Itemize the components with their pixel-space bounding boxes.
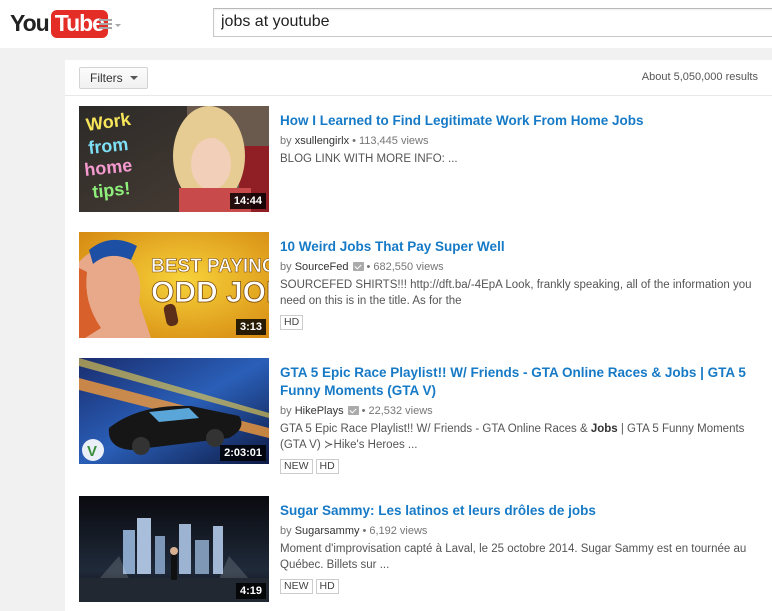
video-description: GTA 5 Epic Race Playlist!! W/ Friends - … [280, 423, 745, 451]
video-result: BEST PAYING ODD JOBS 3:13 10 Weird Jobs … [79, 232, 759, 339]
filter-bar: Filters About 5,050,000 results [65, 60, 772, 96]
video-title[interactable]: Sugar Sammy: Les latinos et leurs drôles… [280, 502, 758, 520]
by-label: by [280, 261, 292, 273]
hd-badge: HD [315, 459, 339, 474]
video-result: Work from home tips! 14:44 How I Learned… [79, 106, 759, 213]
channel-link[interactable]: SourceFed [295, 261, 349, 273]
svg-text:V: V [87, 443, 97, 460]
by-label: by [280, 135, 292, 147]
masthead: You Tube [0, 0, 772, 48]
video-duration: 14:44 [229, 193, 266, 209]
video-result: 4:19 Sugar Sammy: Les latinos et leurs d… [79, 496, 759, 603]
video-duration: 2:03:01 [220, 445, 266, 461]
view-count: 22,532 views [368, 405, 433, 417]
results-panel: Filters About 5,050,000 results Work fro… [65, 60, 772, 611]
guide-menu-icon[interactable] [99, 16, 121, 32]
video-title[interactable]: 10 Weird Jobs That Pay Super Well [280, 238, 758, 256]
hd-badge: HD [280, 315, 304, 330]
svg-text:tips!: tips! [91, 178, 131, 202]
video-thumbnail[interactable]: V 2:03:01 [79, 358, 269, 464]
chevron-down-icon [129, 76, 138, 80]
filters-button[interactable]: Filters [79, 67, 148, 89]
video-meta: by xsullengirlx • 113,445 views [280, 135, 429, 147]
search-input[interactable] [221, 13, 761, 31]
channel-link[interactable]: Sugarsammy [295, 525, 360, 537]
svg-text:ODD JOBS: ODD JOBS [151, 276, 269, 309]
video-title[interactable]: How I Learned to Find Legitimate Work Fr… [280, 112, 758, 130]
result-count: About 5,050,000 results [641, 71, 758, 83]
video-title[interactable]: GTA 5 Epic Race Playlist!! W/ Friends - … [280, 364, 758, 400]
video-description: Moment d'improvisation capté à Laval, le… [280, 543, 747, 571]
video-duration: 4:19 [235, 583, 266, 599]
youtube-logo[interactable]: You Tube [10, 9, 108, 38]
view-count: 682,550 views [373, 261, 444, 273]
video-duration: 3:13 [235, 319, 266, 335]
by-label: by [280, 405, 292, 417]
video-thumbnail[interactable]: BEST PAYING ODD JOBS 3:13 [79, 232, 269, 338]
video-thumbnail[interactable]: Work from home tips! 14:44 [79, 106, 269, 212]
by-label: by [280, 525, 292, 537]
video-description: SOURCEFED SHIRTS!!! http://dft.ba/-4EpA … [280, 279, 752, 307]
new-badge: NEW [280, 459, 313, 474]
video-meta: by SourceFed • 682,550 views [280, 261, 444, 273]
video-meta: by Sugarsammy • 6,192 views [280, 525, 428, 537]
svg-text:from: from [87, 134, 129, 158]
verified-icon [352, 262, 364, 271]
verified-icon [347, 406, 359, 415]
view-count: 113,445 views [358, 135, 429, 147]
hd-badge: HD [315, 579, 339, 594]
view-count: 6,192 views [369, 525, 428, 537]
video-thumbnail[interactable]: 4:19 [79, 496, 269, 602]
video-meta: by HikePlays • 22,532 views [280, 405, 433, 417]
new-badge: NEW [280, 579, 313, 594]
video-description: BLOG LINK WITH MORE INFO: ... [280, 153, 458, 165]
search-box[interactable] [213, 8, 772, 37]
logo-you: You [10, 10, 50, 36]
svg-text:BEST PAYING: BEST PAYING [151, 256, 269, 277]
video-result: V 2:03:01 GTA 5 Epic Race Playlist!! W/ … [79, 358, 759, 474]
channel-link[interactable]: HikePlays [295, 405, 344, 417]
filters-label: Filters [90, 71, 123, 85]
channel-link[interactable]: xsullengirlx [295, 135, 349, 147]
